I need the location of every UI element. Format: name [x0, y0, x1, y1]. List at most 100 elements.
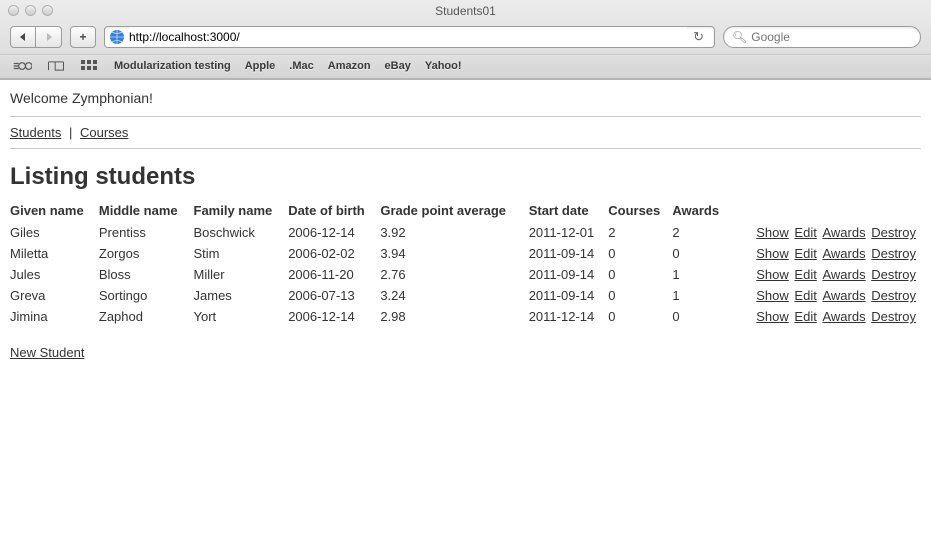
- actions-cell: Show Edit Awards Destroy: [730, 243, 920, 264]
- table-row: JiminaZaphodYort2006-12-142.982011-12-14…: [10, 306, 920, 327]
- destroy-link[interactable]: Destroy: [871, 267, 916, 282]
- bookmark-item[interactable]: eBay: [385, 60, 411, 72]
- actions-cell: Show Edit Awards Destroy: [730, 264, 920, 285]
- table-row: MilettaZorgosStim2006-02-023.942011-09-1…: [10, 243, 920, 264]
- gpa-cell: 2.98: [380, 306, 528, 327]
- url-input[interactable]: [129, 27, 687, 47]
- nav-links: Students | Courses: [10, 125, 921, 140]
- awards-cell: 2: [672, 222, 730, 243]
- add-bookmark-button[interactable]: +: [70, 26, 96, 48]
- middle-name-cell: Zorgos: [99, 243, 194, 264]
- edit-link[interactable]: Edit: [794, 288, 816, 303]
- col-family: Family name: [194, 201, 289, 222]
- back-button[interactable]: [10, 26, 36, 48]
- dob-cell: 2006-02-02: [288, 243, 380, 264]
- awards-cell: 0: [672, 306, 730, 327]
- table-header-row: Given name Middle name Family name Date …: [10, 201, 920, 222]
- awards-cell: 1: [672, 264, 730, 285]
- awards-link[interactable]: Awards: [822, 288, 865, 303]
- close-window-button[interactable]: [8, 5, 19, 16]
- given-name-cell: Jimina: [10, 306, 99, 327]
- search-input[interactable]: [751, 30, 912, 44]
- show-link[interactable]: Show: [756, 309, 789, 324]
- search-bar[interactable]: 🔍︎: [723, 26, 921, 48]
- show-link[interactable]: Show: [756, 225, 789, 240]
- bookmark-item[interactable]: .Mac: [289, 60, 313, 72]
- reload-button[interactable]: ↻: [687, 29, 710, 45]
- col-dob: Date of birth: [288, 201, 380, 222]
- destroy-link[interactable]: Destroy: [871, 225, 916, 240]
- forward-button[interactable]: [36, 26, 62, 48]
- edit-link[interactable]: Edit: [794, 246, 816, 261]
- topsites-icon[interactable]: [80, 59, 100, 73]
- bookmark-item[interactable]: Amazon: [328, 60, 371, 72]
- awards-cell: 0: [672, 243, 730, 264]
- col-awards: Awards: [672, 201, 730, 222]
- destroy-link[interactable]: Destroy: [871, 309, 916, 324]
- family-name-cell: Miller: [194, 264, 289, 285]
- nav-courses-link[interactable]: Courses: [80, 125, 128, 140]
- triangle-left-icon: [18, 32, 28, 42]
- edit-link[interactable]: Edit: [794, 225, 816, 240]
- globe-icon: [109, 29, 125, 45]
- students-table: Given name Middle name Family name Date …: [10, 201, 920, 327]
- middle-name-cell: Sortingo: [99, 285, 194, 306]
- col-gpa: Grade point average: [380, 201, 528, 222]
- dob-cell: 2006-11-20: [288, 264, 380, 285]
- gpa-cell: 3.94: [380, 243, 528, 264]
- awards-link[interactable]: Awards: [822, 225, 865, 240]
- welcome-message: Welcome Zymphonian!: [10, 90, 921, 106]
- awards-link[interactable]: Awards: [822, 267, 865, 282]
- toolbar: + ↻ 🔍︎: [0, 22, 931, 54]
- start-date-cell: 2011-12-01: [529, 222, 609, 243]
- family-name-cell: Boschwick: [194, 222, 289, 243]
- destroy-link[interactable]: Destroy: [871, 288, 916, 303]
- minimize-window-button[interactable]: [25, 5, 36, 16]
- gpa-cell: 2.76: [380, 264, 528, 285]
- browser-chrome: Students01 + ↻ 🔍︎: [0, 0, 931, 80]
- show-link[interactable]: Show: [756, 267, 789, 282]
- family-name-cell: Stim: [194, 243, 289, 264]
- window-title: Students01: [435, 4, 496, 18]
- awards-link[interactable]: Awards: [822, 309, 865, 324]
- edit-link[interactable]: Edit: [794, 309, 816, 324]
- bookmark-item[interactable]: Modularization testing: [114, 60, 231, 72]
- courses-cell: 0: [608, 243, 672, 264]
- awards-cell: 1: [672, 285, 730, 306]
- nav-students-link[interactable]: Students: [10, 125, 61, 140]
- reader-icon[interactable]: [12, 59, 32, 73]
- new-student-link[interactable]: New Student: [10, 345, 84, 360]
- show-link[interactable]: Show: [756, 288, 789, 303]
- actions-cell: Show Edit Awards Destroy: [730, 306, 920, 327]
- window-titlebar: Students01: [0, 0, 931, 22]
- page-title: Listing students: [10, 163, 921, 191]
- family-name-cell: James: [194, 285, 289, 306]
- middle-name-cell: Bloss: [99, 264, 194, 285]
- zoom-window-button[interactable]: [42, 5, 53, 16]
- traffic-lights: [8, 5, 53, 16]
- awards-link[interactable]: Awards: [822, 246, 865, 261]
- destroy-link[interactable]: Destroy: [871, 246, 916, 261]
- bookmarks-icon[interactable]: [46, 59, 66, 73]
- divider: [10, 116, 921, 117]
- start-date-cell: 2011-09-14: [529, 264, 609, 285]
- courses-cell: 0: [608, 306, 672, 327]
- show-link[interactable]: Show: [756, 246, 789, 261]
- given-name-cell: Miletta: [10, 243, 99, 264]
- url-bar[interactable]: ↻: [104, 26, 715, 48]
- dob-cell: 2006-12-14: [288, 222, 380, 243]
- triangle-right-icon: [44, 32, 54, 42]
- col-actions: [730, 201, 920, 222]
- middle-name-cell: Zaphod: [99, 306, 194, 327]
- page-content: Welcome Zymphonian! Students | Courses L…: [0, 80, 931, 370]
- bookmark-item[interactable]: Yahoo!: [425, 60, 462, 72]
- given-name-cell: Jules: [10, 264, 99, 285]
- edit-link[interactable]: Edit: [794, 267, 816, 282]
- gpa-cell: 3.24: [380, 285, 528, 306]
- table-row: GilesPrentissBoschwick2006-12-143.922011…: [10, 222, 920, 243]
- search-icon: 🔍︎: [732, 30, 747, 44]
- given-name-cell: Greva: [10, 285, 99, 306]
- bookmark-item[interactable]: Apple: [245, 60, 276, 72]
- dob-cell: 2006-12-14: [288, 306, 380, 327]
- col-middle: Middle name: [99, 201, 194, 222]
